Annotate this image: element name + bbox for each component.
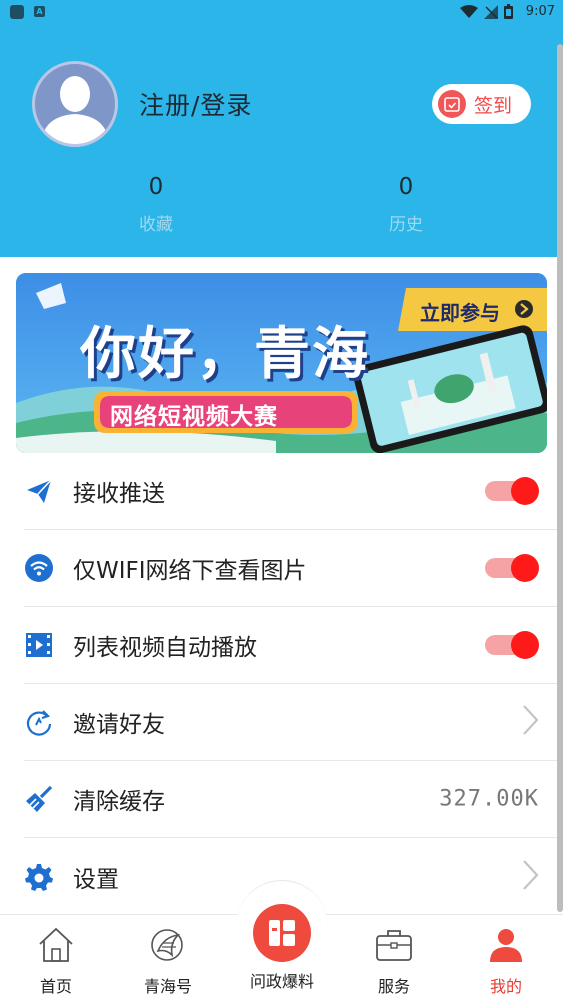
no-signal-icon — [484, 4, 498, 19]
scrollbar[interactable] — [557, 44, 563, 912]
gear-icon — [24, 862, 54, 892]
nav-mine[interactable]: 我的 — [450, 915, 562, 1002]
nav-label: 青海号 — [143, 977, 192, 996]
nav-report-button[interactable] — [253, 904, 311, 962]
profile-screen: A 9:07 注册/登录 签到 0 收藏 0 历史 你好，青海 网络短视频大赛 … — [0, 0, 563, 1002]
profile-header: 注册/登录 签到 0 收藏 0 历史 — [0, 26, 563, 257]
chevron-right-icon — [521, 859, 539, 895]
setting-autoplay-video: 列表视频自动播放 — [24, 607, 563, 684]
favorites-label: 收藏 — [139, 215, 173, 235]
setting-clear-cache[interactable]: 清除缓存 327.00K — [24, 761, 563, 838]
battery-icon — [504, 4, 513, 19]
banner-title: 你好，青海 — [80, 322, 370, 387]
setting-receive-push: 接收推送 — [24, 453, 563, 530]
nav-label: 服务 — [377, 977, 410, 996]
briefcase-icon — [376, 930, 412, 961]
grid-report-icon — [269, 920, 295, 946]
a-icon: A — [34, 6, 45, 17]
send-icon — [24, 476, 54, 506]
nav-qinghai-account[interactable]: 青海号 — [112, 915, 224, 1002]
setting-label: 设置 — [73, 866, 119, 893]
settings-list: 接收推送 仅WIFI网络下查看图片 列表视频自动播放 邀请好友 清除缓存 327… — [0, 453, 563, 915]
nav-home[interactable]: 首页 — [0, 915, 112, 1002]
promo-banner[interactable]: 你好，青海 网络短视频大赛 立即参与 — [16, 273, 547, 453]
setting-label: 列表视频自动播放 — [73, 635, 257, 661]
favorites-stat[interactable]: 0 收藏 — [96, 174, 216, 235]
wifi-icon — [460, 4, 478, 18]
receive-push-toggle[interactable] — [485, 477, 539, 505]
wifi-circle-icon — [24, 553, 54, 583]
video-film-icon — [24, 630, 54, 660]
person-icon — [490, 929, 522, 962]
setting-label: 邀请好友 — [73, 712, 165, 738]
status-icons — [460, 4, 513, 19]
broom-icon — [24, 784, 54, 814]
cache-size-value: 327.00K — [439, 786, 539, 812]
nav-label: 我的 — [489, 977, 522, 996]
history-stat[interactable]: 0 历史 — [346, 174, 466, 235]
nav-report-label: 问政爆料 — [249, 972, 314, 991]
history-label: 历史 — [389, 215, 423, 235]
nav-label: 首页 — [39, 977, 72, 996]
favorites-count: 0 — [148, 174, 164, 200]
home-icon — [39, 927, 73, 962]
login-register-link[interactable]: 注册/登录 — [139, 86, 252, 122]
setting-label: 仅WIFI网络下查看图片 — [73, 558, 307, 584]
setting-invite-friends[interactable]: 邀请好友 — [24, 684, 563, 761]
setting-wifi-only-images: 仅WIFI网络下查看图片 — [24, 530, 563, 607]
avatar[interactable] — [32, 61, 118, 147]
nav-services[interactable]: 服务 — [338, 915, 450, 1002]
status-time: 9:07 — [525, 4, 555, 19]
status-bar: A 9:07 — [0, 0, 563, 26]
banner-cta[interactable]: 立即参与 — [420, 297, 500, 326]
setting-label: 接收推送 — [73, 481, 165, 507]
signin-button[interactable]: 签到 — [432, 84, 531, 124]
calendar-check-icon — [438, 90, 466, 118]
history-count: 0 — [398, 174, 414, 200]
default-avatar-icon — [41, 76, 109, 144]
autoplay-video-toggle[interactable] — [485, 631, 539, 659]
banner-subtitle: 网络短视频大赛 — [110, 404, 278, 430]
signin-label: 签到 — [474, 94, 513, 117]
qinghai-logo-icon — [151, 929, 183, 961]
app-square-icon — [10, 5, 24, 19]
wifi-only-images-toggle[interactable] — [485, 554, 539, 582]
refresh-arrow-icon — [24, 707, 54, 737]
setting-label: 清除缓存 — [73, 789, 165, 815]
chevron-right-icon — [521, 704, 539, 740]
